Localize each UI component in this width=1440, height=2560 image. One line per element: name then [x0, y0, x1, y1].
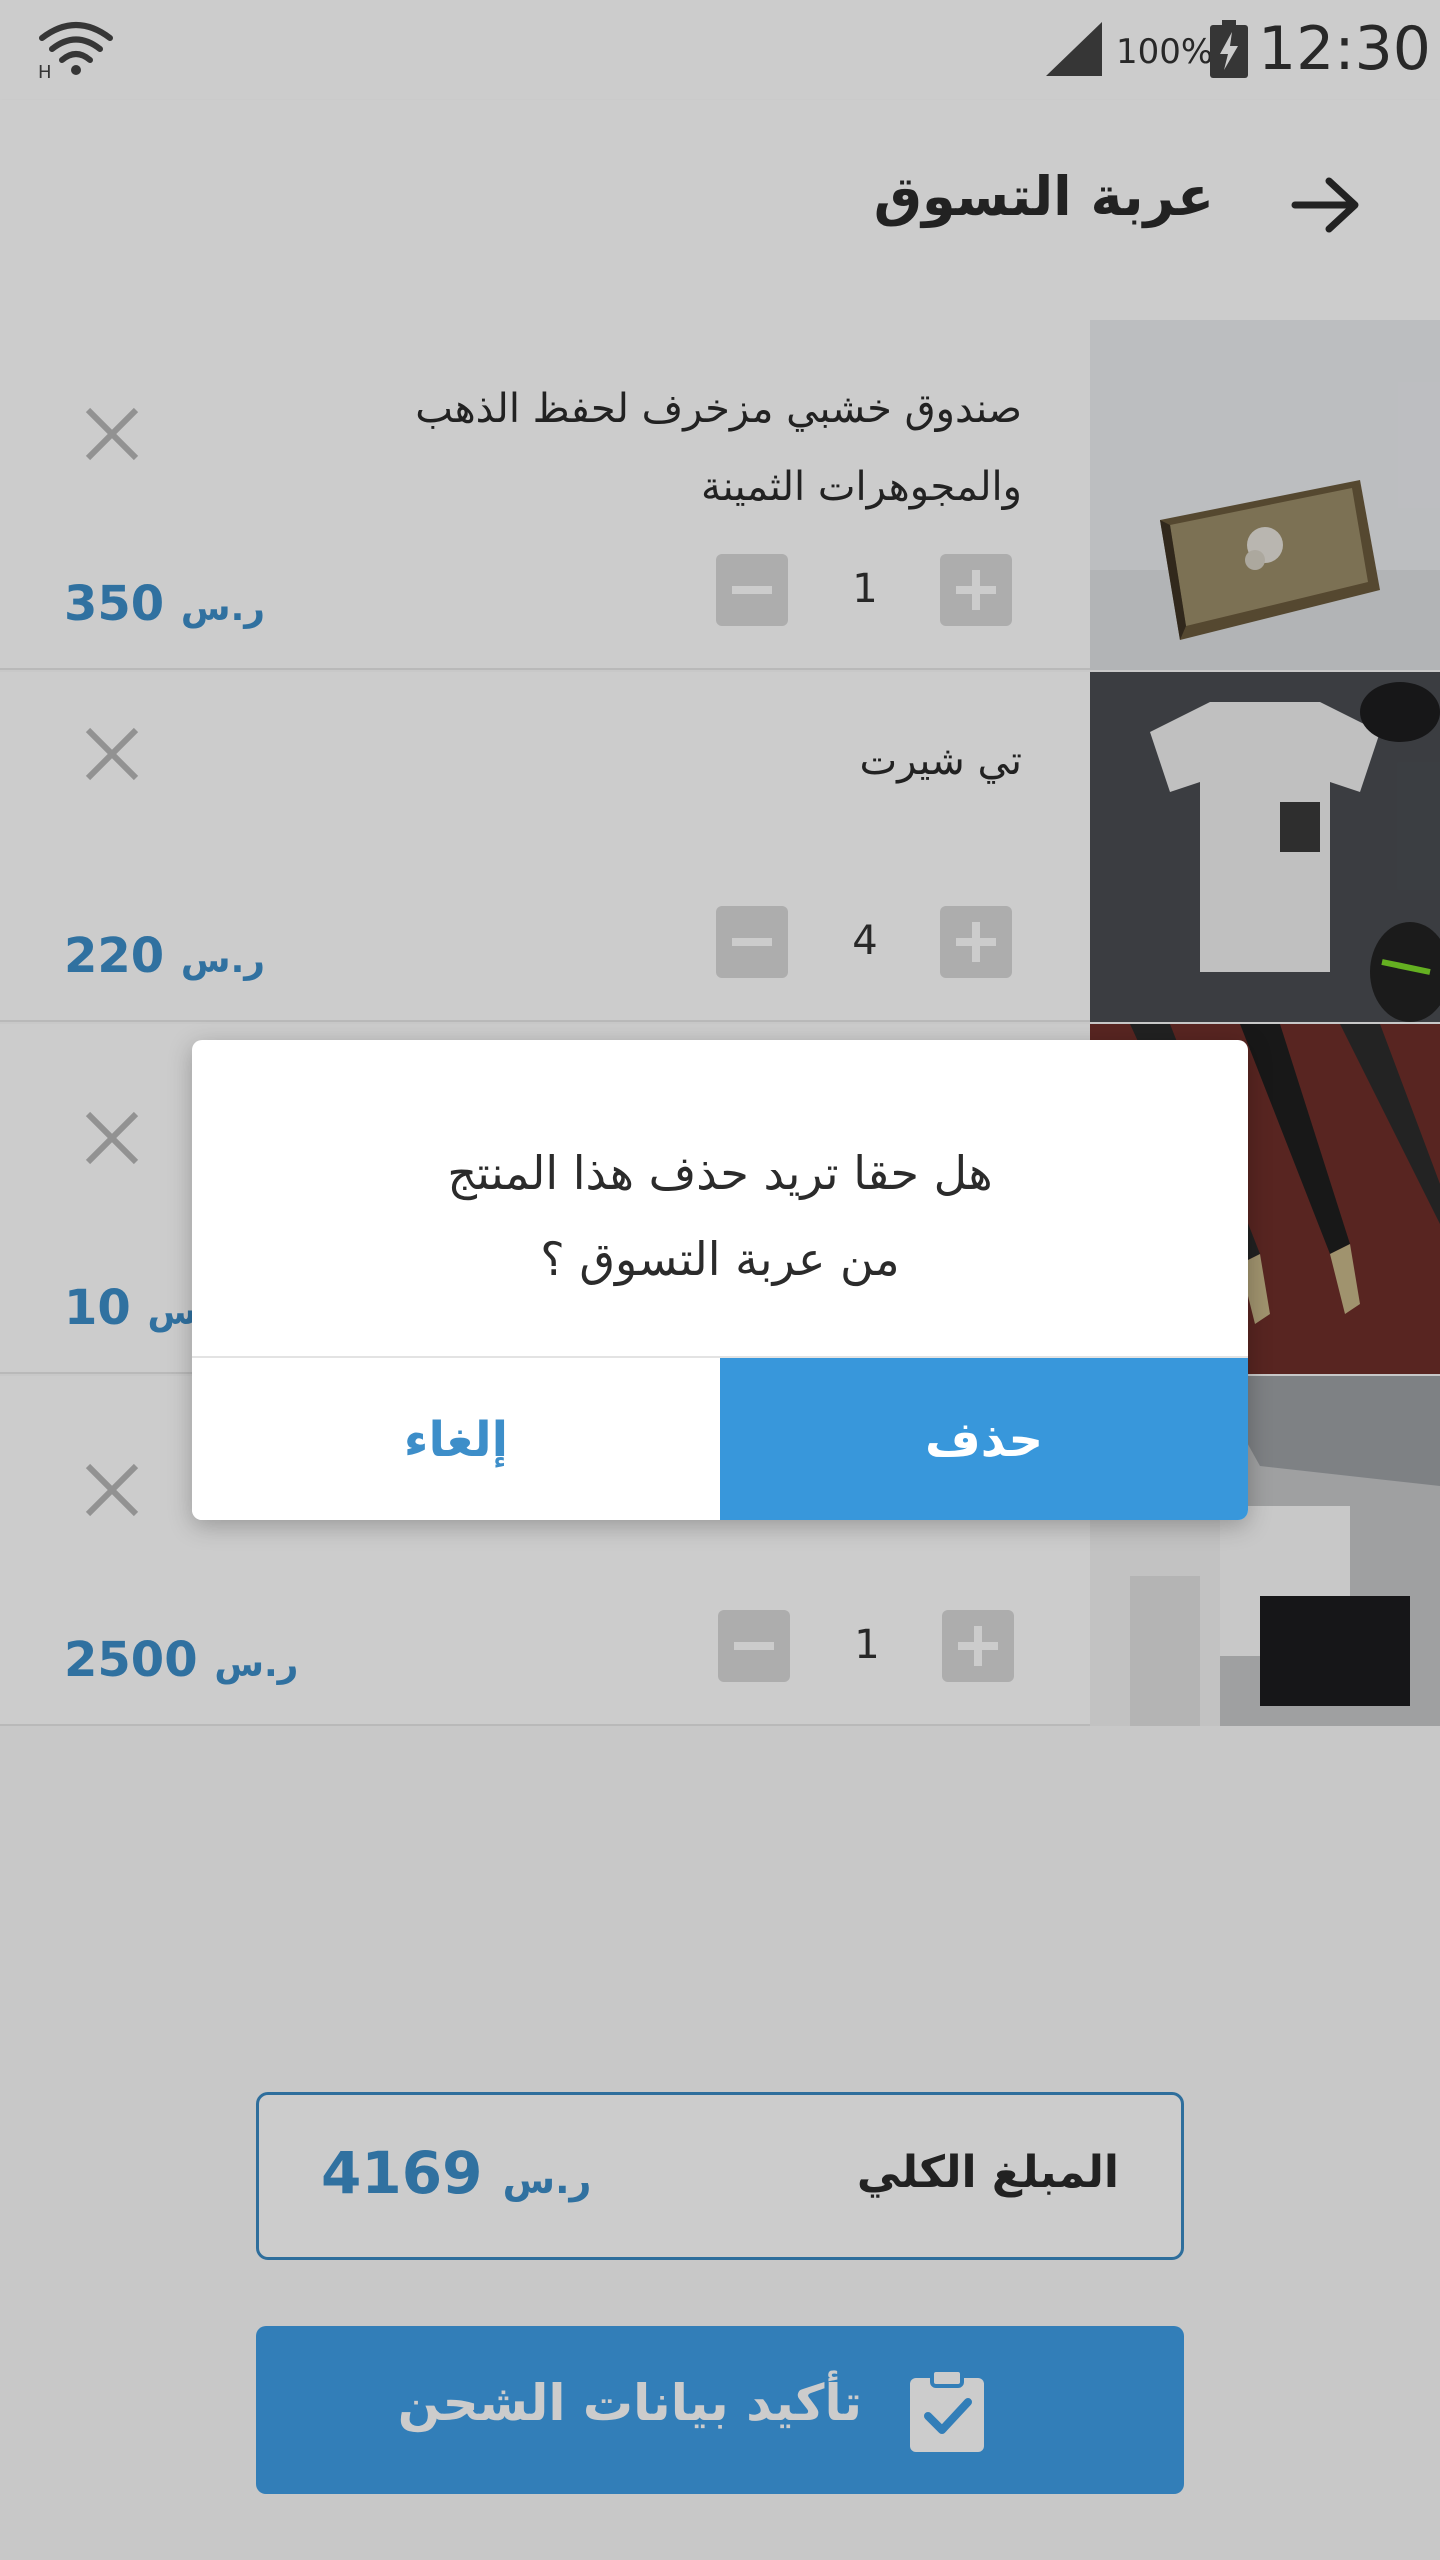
dialog-message-line2: من عربة التسوق ؟ [540, 1232, 900, 1286]
dialog-actions: إلغاء حذف [192, 1356, 1248, 1520]
dialog-message: هل حقا تريد حذف هذا المنتج من عربة التسو… [192, 1130, 1248, 1302]
cancel-button[interactable]: إلغاء [192, 1358, 720, 1520]
delete-button[interactable]: حذف [720, 1358, 1248, 1520]
dialog-message-line1: هل حقا تريد حذف هذا المنتج [447, 1146, 993, 1200]
delete-confirm-dialog: هل حقا تريد حذف هذا المنتج من عربة التسو… [192, 1040, 1248, 1520]
